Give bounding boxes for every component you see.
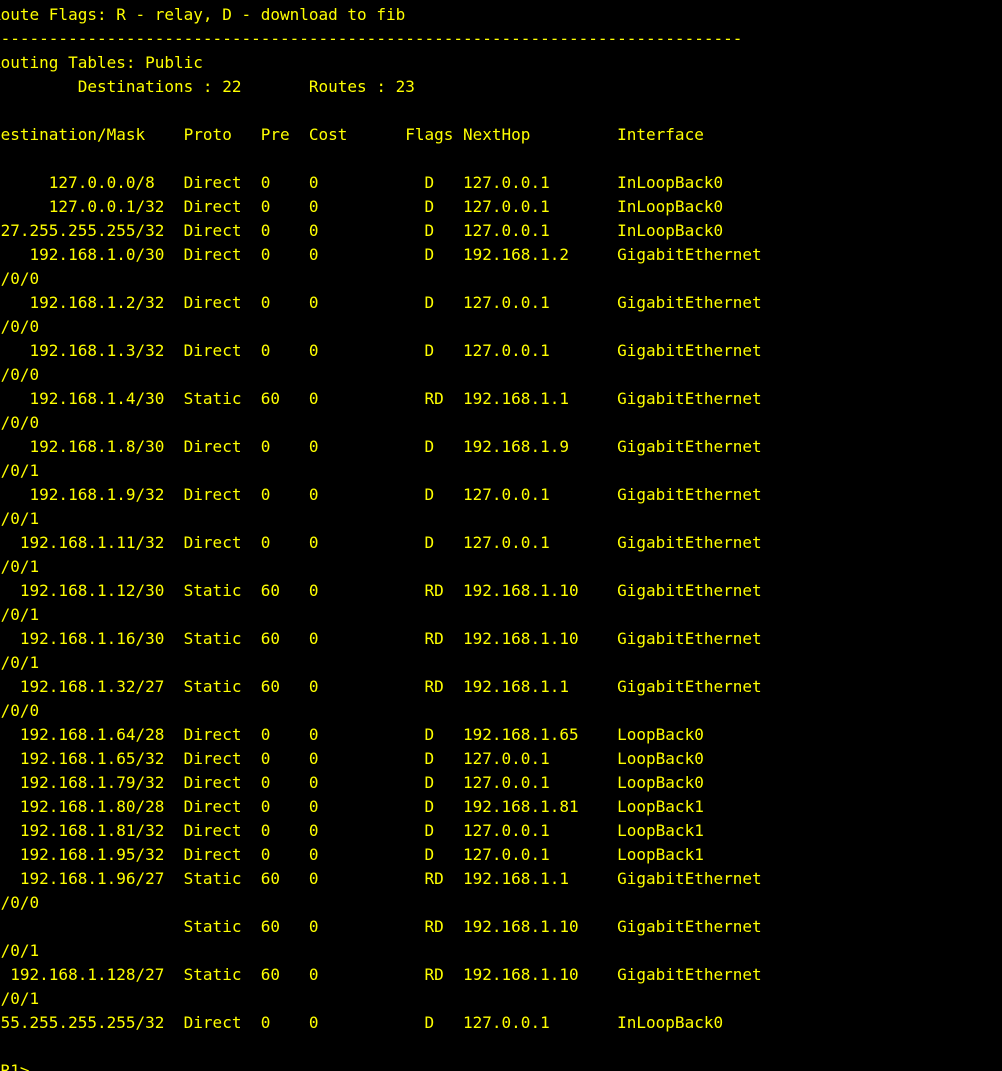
terminal-line: ----------------------------------------… (0, 29, 743, 48)
terminal-line: 0/0/1 (0, 557, 40, 576)
terminal-line: 192.168.1.4/30 Static 60 0 RD 192.168.1.… (0, 389, 762, 408)
terminal-line: 192.168.1.81/32 Direct 0 0 D 127.0.0.1 L… (0, 821, 704, 840)
terminal-line: 255.255.255.255/32 Direct 0 0 D 127.0.0.… (0, 1013, 724, 1032)
terminal-line: 0/0/0 (0, 365, 40, 384)
terminal-line: 192.168.1.64/28 Direct 0 0 D 192.168.1.6… (0, 725, 704, 744)
terminal-line: 127.0.0.1/32 Direct 0 0 D 127.0.0.1 InLo… (0, 197, 724, 216)
terminal-line: 0/0/1 (0, 653, 40, 672)
terminal-line: 192.168.1.16/30 Static 60 0 RD 192.168.1… (0, 629, 762, 648)
terminal-line: 0/0/0 (0, 701, 40, 720)
terminal-line: 0/0/1 (0, 941, 40, 960)
terminal-line: 192.168.1.32/27 Static 60 0 RD 192.168.1… (0, 677, 762, 696)
terminal-window[interactable]: Route Flags: R - relay, D - download to … (0, 0, 1002, 1071)
terminal-line: 0/0/0 (0, 413, 40, 432)
terminal-line: 192.168.1.3/32 Direct 0 0 D 127.0.0.1 Gi… (0, 341, 762, 360)
terminal-line: 192.168.1.2/32 Direct 0 0 D 127.0.0.1 Gi… (0, 293, 762, 312)
terminal-line: 192.168.1.96/27 Static 60 0 RD 192.168.1… (0, 869, 762, 888)
terminal-line: 0/0/0 (0, 317, 40, 336)
terminal-line: Destination/Mask Proto Pre Cost Flags Ne… (0, 125, 704, 144)
terminal-line: 192.168.1.80/28 Direct 0 0 D 192.168.1.8… (0, 797, 704, 816)
terminal-line: 192.168.1.65/32 Direct 0 0 D 127.0.0.1 L… (0, 749, 704, 768)
terminal-line: Routing Tables: Public (0, 53, 203, 72)
terminal-line: 0/0/1 (0, 509, 40, 528)
terminal-line: 192.168.1.11/32 Direct 0 0 D 127.0.0.1 G… (0, 533, 762, 552)
terminal-line: 192.168.1.79/32 Direct 0 0 D 127.0.0.1 L… (0, 773, 704, 792)
terminal-line: 192.168.1.12/30 Static 60 0 RD 192.168.1… (0, 581, 762, 600)
terminal-line: 192.168.1.0/30 Direct 0 0 D 192.168.1.2 … (0, 245, 762, 264)
terminal-line: <R1> (0, 1061, 30, 1071)
terminal-line: 0/0/1 (0, 605, 40, 624)
terminal-line: 0/0/1 (0, 461, 40, 480)
terminal-line: 0/0/0 (0, 269, 40, 288)
terminal-line: Destinations : 22 Routes : 23 (0, 77, 415, 96)
terminal-line: 0/0/1 (0, 989, 40, 1008)
terminal-line: Route Flags: R - relay, D - download to … (0, 5, 406, 24)
terminal-line: 192.168.1.95/32 Direct 0 0 D 127.0.0.1 L… (0, 845, 704, 864)
terminal-line: 0/0/0 (0, 893, 40, 912)
terminal-line: 192.168.1.8/30 Direct 0 0 D 192.168.1.9 … (0, 437, 762, 456)
terminal-line: 192.168.1.128/27 Static 60 0 RD 192.168.… (0, 965, 762, 984)
terminal-line: Static 60 0 RD 192.168.1.10 GigabitEther… (0, 917, 762, 936)
terminal-line: 192.168.1.9/32 Direct 0 0 D 127.0.0.1 Gi… (0, 485, 762, 504)
terminal-line: 127.255.255.255/32 Direct 0 0 D 127.0.0.… (0, 221, 724, 240)
terminal-line: 127.0.0.0/8 Direct 0 0 D 127.0.0.1 InLoo… (0, 173, 724, 192)
